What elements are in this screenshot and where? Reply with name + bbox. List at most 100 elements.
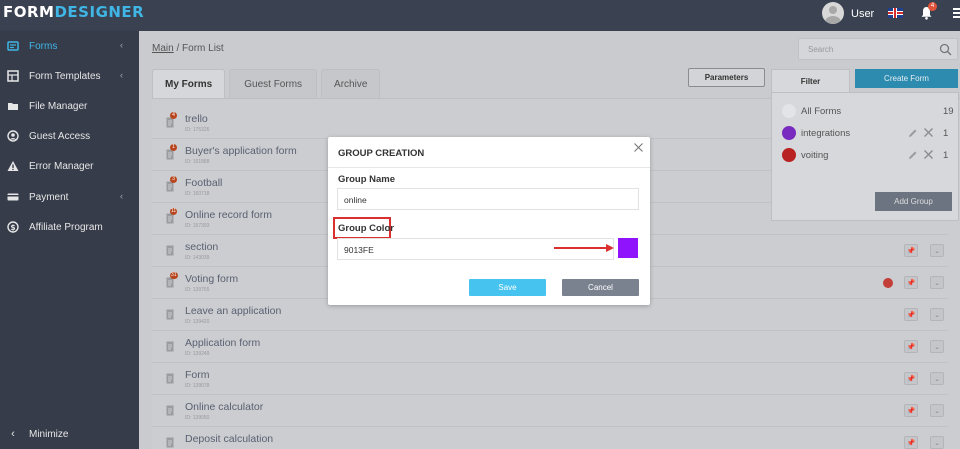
group-label: voiting (801, 150, 829, 161)
chevron-down-icon[interactable]: ⌄ (930, 372, 944, 385)
sidebar-item-label: Forms (29, 40, 58, 52)
group-count: 19 (943, 106, 954, 117)
form-id: ID: 175326 (185, 127, 210, 133)
pin-icon[interactable]: 📌 (904, 276, 918, 289)
search-icon[interactable] (939, 43, 952, 56)
tab-archive[interactable]: Archive (321, 69, 381, 99)
cancel-button[interactable]: Cancel (562, 279, 639, 296)
document-icon (166, 341, 174, 352)
filter-tab[interactable]: Filter (771, 69, 850, 92)
count-badge: 1 (170, 144, 177, 151)
chevron-down-icon[interactable]: ⌄ (930, 340, 944, 353)
group-count: 1 (943, 128, 949, 139)
search-input[interactable]: Search (798, 38, 958, 60)
sidebar-item-error-manager[interactable]: Error Manager (0, 156, 139, 176)
group-color-dot (883, 278, 893, 288)
form-name[interactable]: Leave an application (185, 305, 281, 317)
sidebar-item-label: File Manager (29, 100, 88, 112)
pin-icon[interactable]: 📌 (904, 404, 918, 417)
document-icon (166, 437, 174, 448)
group-name-input[interactable]: online (337, 188, 639, 210)
user-circle-icon (7, 130, 19, 142)
form-name[interactable]: trello (185, 113, 208, 125)
form-name[interactable]: Form (185, 369, 210, 381)
form-id: ID: 139078 (185, 383, 210, 389)
avatar[interactable] (822, 2, 844, 24)
form-id: ID: 139249 (185, 351, 210, 357)
table-row[interactable]: Deposit calculation 📌 ⌄ (152, 427, 948, 449)
table-row[interactable]: Application form ID: 139249 📌 ⌄ (152, 331, 948, 363)
minimize-button[interactable]: ‹ Minimize (0, 424, 139, 444)
group-color-dot (782, 148, 796, 162)
parameters-button[interactable]: Parameters (688, 68, 765, 87)
chevron-left-icon: ‹ (120, 70, 123, 80)
table-row[interactable]: Online calculator ID: 139050 📌 ⌄ (152, 395, 948, 427)
color-swatch[interactable] (618, 238, 638, 258)
chevron-down-icon[interactable]: ⌄ (930, 308, 944, 321)
pin-icon[interactable]: 📌 (904, 308, 918, 321)
pencil-icon[interactable] (908, 128, 918, 138)
sidebar-item-file-manager[interactable]: File Manager (0, 96, 139, 116)
chevron-down-icon[interactable]: ⌄ (930, 436, 944, 449)
breadcrumb-current: Form List (182, 43, 224, 54)
group-creation-dialog: GROUP CREATION Group Name online Group C… (328, 137, 650, 305)
chevron-left-icon: ‹ (11, 428, 15, 440)
pencil-icon[interactable] (908, 150, 918, 160)
close-icon[interactable] (634, 143, 643, 152)
form-name[interactable]: Deposit calculation (185, 433, 273, 445)
table-row[interactable]: Form ID: 139078 📌 ⌄ (152, 363, 948, 395)
group-item-integrations[interactable]: integrations 1 (782, 126, 952, 140)
minimize-label: Minimize (29, 428, 69, 440)
add-group-button[interactable]: Add Group (875, 192, 952, 211)
form-id: ID: 161888 (185, 159, 210, 165)
group-name-label: Group Name (338, 174, 396, 185)
user-name[interactable]: User (851, 8, 874, 20)
dialog-divider (328, 167, 650, 168)
form-name[interactable]: Application form (185, 337, 260, 349)
notification-badge: 4 (928, 2, 937, 11)
form-name[interactable]: section (185, 241, 218, 253)
document-icon (166, 405, 174, 416)
create-form-button[interactable]: Create Form (855, 69, 958, 88)
sidebar-item-guest-access[interactable]: Guest Access (0, 126, 139, 146)
form-name[interactable]: Buyer's application form (185, 145, 297, 157)
forms-icon (7, 40, 19, 52)
group-color-label: Group Color (338, 223, 394, 234)
save-button[interactable]: Save (469, 279, 546, 296)
chevron-down-icon[interactable]: ⌄ (930, 276, 944, 289)
sidebar-item-payment[interactable]: Payment ‹ (0, 187, 139, 207)
group-item-all-forms[interactable]: All Forms 19 (782, 104, 954, 118)
form-name[interactable]: Voting form (185, 273, 238, 285)
uk-flag-icon[interactable] (888, 8, 903, 18)
form-id: ID: 143039 (185, 255, 210, 261)
pin-icon[interactable]: 📌 (904, 340, 918, 353)
chevron-down-icon[interactable]: ⌄ (930, 244, 944, 257)
hamburger-menu-icon[interactable] (953, 8, 960, 20)
pin-icon[interactable]: 📌 (904, 244, 918, 257)
close-icon[interactable] (923, 149, 934, 160)
sidebar-item-label: Guest Access (29, 130, 91, 142)
logo[interactable]: FORMDESIGNER (3, 3, 144, 21)
sidebar-item-form-templates[interactable]: Form Templates ‹ (0, 66, 139, 86)
form-name[interactable]: Online calculator (185, 401, 263, 413)
breadcrumb-main-link[interactable]: Main (152, 43, 174, 54)
count-badge: 4 (170, 112, 177, 119)
tab-guest-forms[interactable]: Guest Forms (229, 69, 318, 99)
dialog-title: GROUP CREATION (338, 148, 425, 159)
pin-icon[interactable]: 📌 (904, 436, 918, 449)
count-badge: 31 (170, 272, 178, 279)
form-name[interactable]: Football (185, 177, 222, 189)
close-icon[interactable] (923, 127, 934, 138)
form-id: ID: 160718 (185, 191, 210, 197)
templates-icon (7, 70, 19, 82)
tab-my-forms[interactable]: My Forms (152, 69, 226, 99)
group-color-dot (782, 126, 796, 140)
sidebar-item-affiliate-program[interactable]: $ Affiliate Program (0, 217, 139, 237)
filter-panel: All Forms 19 integrations 1 voiting 1 Ad… (771, 92, 959, 221)
sidebar-item-forms[interactable]: Forms ‹ (0, 36, 139, 56)
group-count: 1 (943, 150, 949, 161)
chevron-down-icon[interactable]: ⌄ (930, 404, 944, 417)
form-name[interactable]: Online record form (185, 209, 272, 221)
group-item-voiting[interactable]: voiting 1 (782, 148, 952, 162)
pin-icon[interactable]: 📌 (904, 372, 918, 385)
